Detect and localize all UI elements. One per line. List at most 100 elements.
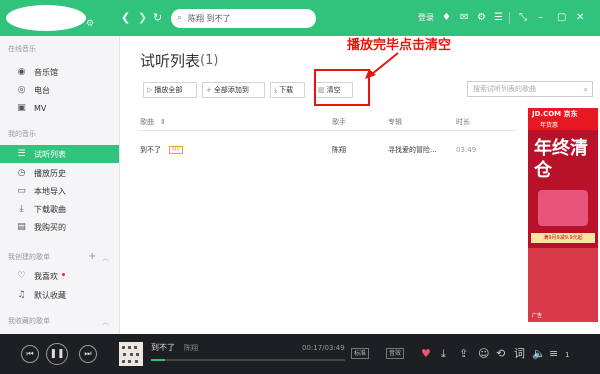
play-icon: ▷ — [147, 86, 153, 94]
sidebar-item-label: 音乐馆 — [34, 68, 58, 77]
page-title: 试听列表 — [140, 52, 201, 70]
download-icon: ⤓ — [19, 204, 24, 214]
sound-effect-button[interactable]: 音效 — [386, 348, 405, 359]
playlist-icon: ☰ — [17, 149, 26, 159]
volume-icon[interactable]: 🔈 — [532, 347, 546, 360]
music-hall-icon: ◉ — [17, 67, 26, 77]
next-icon[interactable]: ⏭ — [79, 345, 97, 363]
divider — [509, 12, 510, 24]
section-my-music: 我的音乐 — [8, 130, 36, 138]
search-text: 陈翔 到不了 — [188, 14, 231, 23]
download-icon: ⤓ — [274, 86, 278, 94]
sidebar-item-label: 试听列表 — [34, 150, 66, 159]
column-duration: 时长 — [456, 118, 470, 126]
ad-price-banner: 满9月9减9.9元起 — [531, 233, 595, 243]
sidebar-item-label: 下载歌曲 — [34, 205, 66, 214]
column-song[interactable]: 歌曲 — [140, 117, 154, 127]
heart-icon: ♡ — [17, 271, 26, 281]
section-created-playlists: 我创建的歌单 — [8, 253, 50, 261]
quality-button[interactable]: 标准 — [351, 348, 370, 359]
advertisement-banner[interactable]: JD.COM 京东 年货惠 年终清仓 满9月9减9.9元起 广告 — [528, 108, 598, 322]
song-album[interactable]: 寻找爱的冒险... — [388, 145, 437, 155]
sidebar-item-label: 我购买的 — [34, 223, 66, 232]
local-import-icon: ▭ — [17, 186, 26, 196]
comment-icon[interactable]: ☺ — [478, 347, 489, 360]
song-title[interactable]: 到不了 — [140, 145, 161, 155]
sidebar-item-purchased[interactable]: ▤ 我购买的 — [0, 218, 119, 236]
play-all-button[interactable]: ▷ 播放全部 — [143, 82, 197, 98]
heart-icon[interactable]: ♥ — [421, 347, 431, 360]
music-note-icon: ♫ — [17, 290, 26, 300]
playlist-search-input[interactable]: 搜索试听列表的歌曲 ⌕ — [467, 81, 593, 97]
sort-icon[interactable]: ⇕ — [160, 117, 166, 127]
notification-dot — [62, 273, 65, 276]
add-playlist-icon[interactable]: + — [88, 252, 96, 262]
progress-bar[interactable] — [151, 359, 345, 361]
sidebar-item-local-import[interactable]: ▭ 本地导入 — [0, 182, 119, 200]
menu-icon[interactable]: ☰ — [494, 11, 503, 24]
download-icon[interactable]: ⤓ — [441, 347, 446, 360]
share-icon[interactable]: ⇪ — [459, 347, 468, 360]
sidebar-item-radio[interactable]: ◎ 电台 — [0, 81, 119, 99]
search-placeholder: 搜索试听列表的歌曲 — [473, 85, 536, 93]
column-artist: 歌手 — [332, 118, 346, 126]
radio-icon: ◎ — [17, 85, 26, 95]
sidebar-item-label: MV — [34, 104, 47, 113]
chevron-up-icon[interactable]: ︿ — [102, 253, 109, 263]
top-bar: ⚙ ❮ ❯ ↻ ⌕ 陈翔 到不了 登录 ♦ ✉ ⚙ ☰ ⤡ – ▢ ✕ — [0, 0, 600, 36]
playlist-icon[interactable]: ≡ — [549, 347, 558, 360]
song-duration: 03:49 — [456, 146, 477, 154]
section-online-music: 在线音乐 — [8, 45, 36, 53]
login-link[interactable]: 登录 — [418, 12, 434, 23]
avatar[interactable] — [6, 5, 86, 31]
minimize-icon[interactable]: – — [538, 11, 543, 24]
ad-brand: JD.COM 京东 — [532, 110, 578, 118]
skin-icon[interactable]: ♦ — [442, 11, 451, 24]
sidebar: 在线音乐 ◉ 音乐馆 ◎ 电台 ▣ MV 我的音乐 ☰ 试听列表 ◷ 播放历史 … — [0, 36, 120, 334]
now-playing-artist[interactable]: 陈翔 — [184, 343, 198, 353]
sidebar-item-playlist[interactable]: ☰ 试听列表 — [0, 145, 119, 163]
mini-mode-icon[interactable]: ⤡ — [519, 11, 527, 24]
refresh-icon[interactable]: ↻ — [153, 11, 162, 25]
history-icon: ◷ — [17, 168, 26, 178]
song-artist[interactable]: 陈翔 — [332, 145, 346, 155]
download-button[interactable]: ⤓ 下载 — [270, 82, 305, 98]
player-bar: ⏮ ❚❚ ⏭ — [0, 334, 600, 374]
progress-fill — [151, 359, 165, 361]
column-album: 专辑 — [388, 118, 402, 126]
close-icon[interactable]: ✕ — [576, 11, 584, 24]
lyrics-icon[interactable]: 词 — [514, 347, 525, 360]
sidebar-item-default-collection[interactable]: ♫ 默认收藏 — [0, 286, 119, 304]
sidebar-item-mv[interactable]: ▣ MV — [0, 99, 119, 117]
chevron-up-icon[interactable]: ︿ — [102, 317, 109, 327]
sidebar-item-label: 播放历史 — [34, 169, 66, 178]
search-input[interactable]: ⌕ 陈翔 到不了 — [171, 9, 316, 28]
settings-icon[interactable]: ⚙ — [477, 11, 486, 24]
message-icon[interactable]: ✉ — [460, 11, 468, 24]
search-icon: ⌕ — [177, 13, 183, 23]
maximize-icon[interactable]: ▢ — [557, 11, 566, 24]
sidebar-item-favorites[interactable]: ♡ 我喜欢 — [0, 267, 119, 285]
now-playing-title[interactable]: 到不了 — [151, 343, 175, 353]
divider — [138, 130, 516, 131]
play-mode-icon[interactable]: ⟲ — [496, 347, 505, 360]
sidebar-item-download[interactable]: ⤓ 下载歌曲 — [0, 200, 119, 218]
add-all-to-button[interactable]: + 全部添加到 — [202, 82, 265, 98]
mv-badge[interactable]: MV — [169, 146, 183, 154]
pause-icon[interactable]: ❚❚ — [46, 343, 68, 365]
annotation-box — [314, 69, 370, 106]
sidebar-item-music-hall[interactable]: ◉ 音乐馆 — [0, 63, 119, 81]
sidebar-item-label: 本地导入 — [34, 187, 66, 196]
account-settings-icon[interactable]: ⚙ — [86, 20, 94, 29]
forward-icon[interactable]: ❯ — [138, 11, 147, 25]
search-icon: ⌕ — [583, 85, 588, 94]
playlist-count: 1 — [565, 351, 570, 359]
section-favorite-playlists: 我收藏的歌单 — [8, 317, 50, 325]
album-cover[interactable] — [119, 342, 143, 366]
sidebar-item-history[interactable]: ◷ 播放历史 — [0, 164, 119, 182]
back-icon[interactable]: ❮ — [121, 11, 130, 25]
gift-image — [538, 190, 588, 226]
table-header: 歌曲 ⇕ 歌手 专辑 时长 — [120, 114, 518, 130]
ad-subtitle: 年货惠 — [540, 122, 559, 129]
previous-icon[interactable]: ⏮ — [21, 345, 39, 363]
